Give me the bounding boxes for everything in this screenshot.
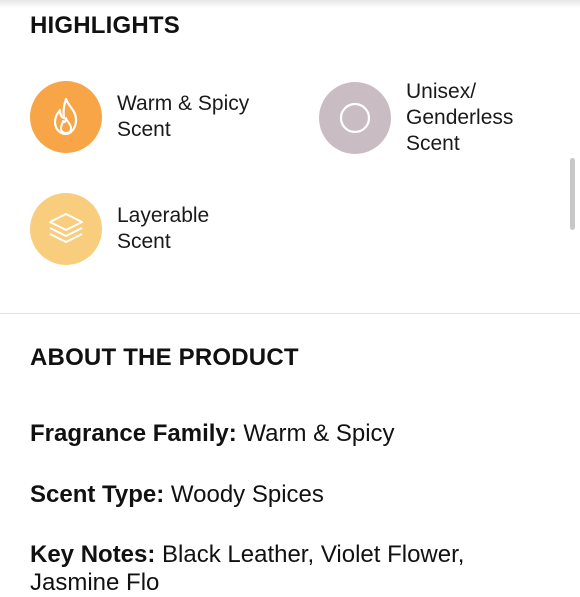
detail-key: Scent Type: bbox=[30, 481, 165, 508]
highlight-warm-spicy: Warm & Spicy Scent bbox=[30, 81, 249, 153]
section-divider bbox=[0, 313, 580, 314]
layers-icon bbox=[49, 213, 83, 243]
circle-icon bbox=[339, 102, 371, 134]
scrollbar[interactable] bbox=[570, 158, 575, 230]
detail-value: Warm & Spicy bbox=[243, 420, 395, 447]
highlight-label: Warm & Spicy Scent bbox=[117, 91, 249, 143]
highlight-icon-circle bbox=[30, 81, 102, 153]
detail-key-notes-continued: Jasmine Flo bbox=[30, 569, 160, 596]
detail-key: Key Notes: bbox=[30, 541, 156, 568]
highlight-label-line: Scent bbox=[117, 118, 171, 141]
highlights-title: HIGHLIGHTS bbox=[30, 12, 180, 39]
detail-value: Woody Spices bbox=[170, 481, 324, 508]
highlight-icon-circle bbox=[30, 193, 102, 265]
highlight-layerable: Layerable Scent bbox=[30, 193, 209, 265]
highlight-label-line: Scent bbox=[406, 132, 460, 155]
detail-fragrance-family: Fragrance Family: Warm & Spicy bbox=[30, 420, 395, 448]
detail-key: Fragrance Family: bbox=[30, 420, 237, 447]
about-title: ABOUT THE PRODUCT bbox=[30, 344, 299, 371]
highlight-unisex: Unisex/ Genderless Scent bbox=[319, 79, 513, 157]
highlight-label-line: Layerable bbox=[117, 204, 210, 227]
detail-key-notes: Key Notes: Black Leather, Violet Flower, bbox=[30, 541, 464, 569]
highlight-icon-circle bbox=[319, 82, 391, 154]
flame-icon bbox=[53, 97, 78, 136]
highlight-label-line: Scent bbox=[117, 230, 171, 253]
detail-value: Black Leather, Violet Flower, bbox=[162, 541, 465, 568]
detail-scent-type: Scent Type: Woody Spices bbox=[30, 481, 324, 509]
top-bar-shadow bbox=[0, 0, 580, 8]
highlight-label: Layerable Scent bbox=[117, 203, 209, 255]
highlight-label-line: Warm & Spicy bbox=[117, 92, 250, 115]
highlight-label-line: Unisex/ bbox=[406, 80, 477, 103]
highlight-label-line: Genderless bbox=[406, 106, 514, 129]
highlight-label: Unisex/ Genderless Scent bbox=[406, 79, 513, 157]
